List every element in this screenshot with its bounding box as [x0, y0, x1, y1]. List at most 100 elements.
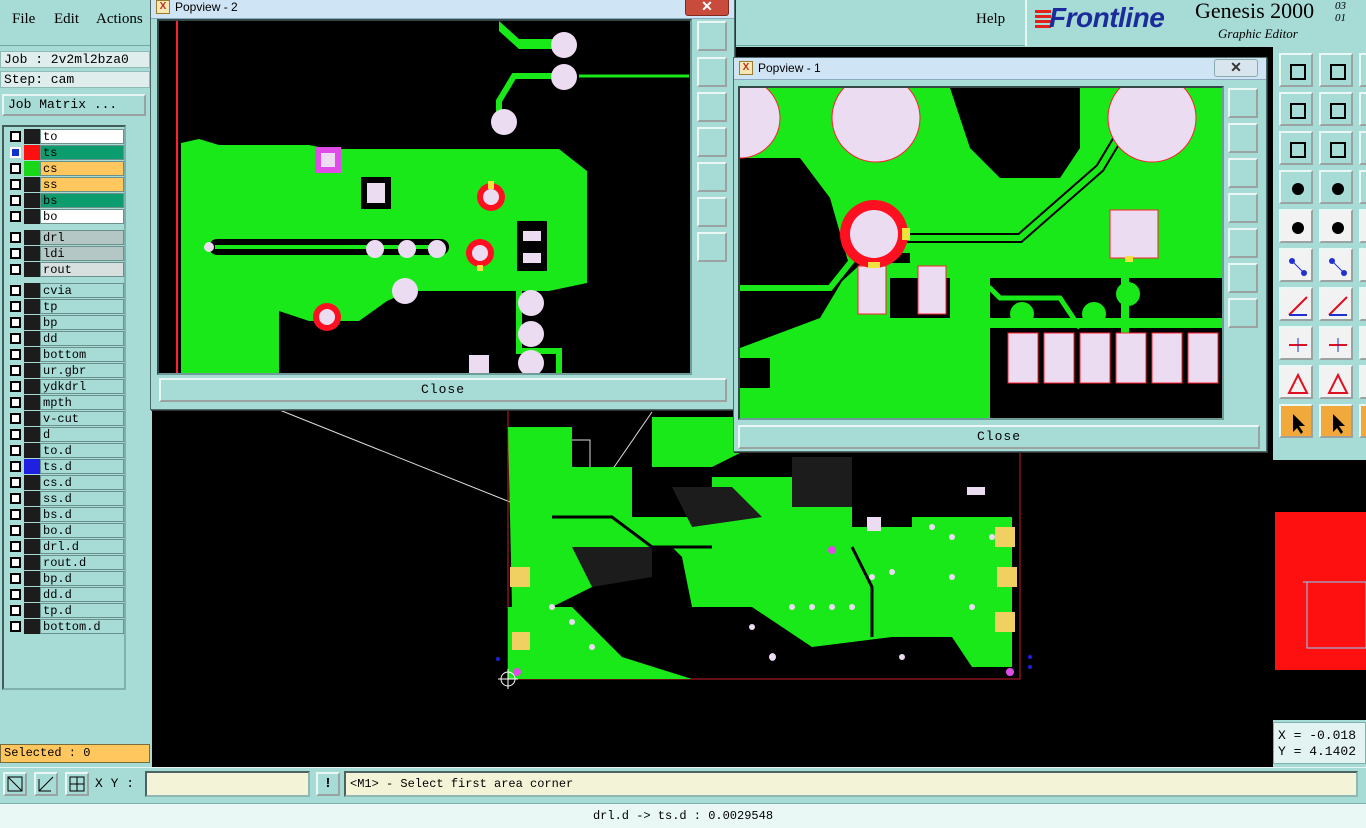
- popview-2-view[interactable]: [157, 19, 692, 375]
- layer-color-swatch[interactable]: [24, 299, 40, 314]
- layer-color-swatch[interactable]: [24, 491, 40, 506]
- layer-name[interactable]: bs: [40, 193, 124, 208]
- layer-row[interactable]: ldi: [6, 246, 124, 261]
- layer-color-swatch[interactable]: [24, 619, 40, 634]
- popview-2-zoom-in-icon[interactable]: [697, 232, 727, 262]
- snap-corner-icon[interactable]: [3, 772, 27, 796]
- layer-checkbox[interactable]: [10, 621, 21, 632]
- layer-checkbox[interactable]: [10, 589, 21, 600]
- diagonal-line-icon[interactable]: [1319, 287, 1353, 321]
- layer-name[interactable]: bp.d: [40, 571, 124, 586]
- popview-2-pan-right-icon[interactable]: [697, 162, 727, 192]
- layer-row[interactable]: cvia: [6, 283, 124, 298]
- node-link-icon[interactable]: [1279, 248, 1313, 282]
- menu-help[interactable]: Help: [976, 11, 1005, 28]
- layer-name[interactable]: tp.d: [40, 603, 124, 618]
- layer-name[interactable]: bp: [40, 315, 124, 330]
- popview-2-zoom-fit-icon[interactable]: [697, 21, 727, 51]
- layer-checkbox[interactable]: [10, 525, 21, 536]
- layer-name[interactable]: bs.d: [40, 507, 124, 522]
- layer-checkbox[interactable]: [10, 163, 21, 174]
- fit-screen-icon[interactable]: [1279, 131, 1313, 165]
- layer-color-swatch[interactable]: [24, 427, 40, 442]
- layer-name[interactable]: cvia: [40, 283, 124, 298]
- popview-1-zoom-fit-icon[interactable]: [1228, 88, 1258, 118]
- cross-snap-icon[interactable]: [1319, 248, 1353, 282]
- zoom-window-icon[interactable]: [1319, 53, 1353, 87]
- popview-1-pan-right-icon[interactable]: [1228, 228, 1258, 258]
- layer-row[interactable]: v-cut: [6, 411, 124, 426]
- layer-checkbox[interactable]: [10, 333, 21, 344]
- diagonal-edge-icon[interactable]: [1359, 287, 1366, 321]
- layer-row[interactable]: dd: [6, 331, 124, 346]
- layer-color-swatch[interactable]: [24, 177, 40, 192]
- triangle-edge-icon[interactable]: [1359, 365, 1366, 399]
- layer-row[interactable]: dd.d: [6, 587, 124, 602]
- layer-row[interactable]: mpth: [6, 395, 124, 410]
- layer-name[interactable]: drl: [40, 230, 124, 245]
- layer-checkbox[interactable]: [10, 445, 21, 456]
- layer-row[interactable]: bp.d: [6, 571, 124, 586]
- layer-checkbox[interactable]: [10, 461, 21, 472]
- job-matrix-button[interactable]: Job Matrix ...: [2, 94, 146, 116]
- layer-row[interactable]: bs: [6, 193, 124, 208]
- layer-name[interactable]: dd.d: [40, 587, 124, 602]
- xy-input[interactable]: [145, 771, 310, 797]
- triangle-icon[interactable]: [1279, 365, 1313, 399]
- layer-checkbox[interactable]: [10, 285, 21, 296]
- grid-icon[interactable]: [65, 772, 89, 796]
- layer-name[interactable]: cs.d: [40, 475, 124, 490]
- layer-checkbox[interactable]: [10, 541, 21, 552]
- zoom-edge-icon[interactable]: [1359, 53, 1366, 87]
- pad-shape-icon[interactable]: [1279, 209, 1313, 243]
- layer-row[interactable]: to: [6, 129, 124, 144]
- popview-2-pan-up-icon[interactable]: [697, 57, 727, 87]
- probe-icon[interactable]: [1319, 170, 1353, 204]
- layer-name[interactable]: to: [40, 129, 124, 144]
- popview-2-close-icon[interactable]: ✕: [685, 0, 729, 16]
- menu-edit[interactable]: Edit: [54, 11, 79, 28]
- popview-1-view[interactable]: [738, 86, 1224, 420]
- layer-color-swatch[interactable]: [24, 523, 40, 538]
- layer-row[interactable]: to.d: [6, 443, 124, 458]
- popview-1-zoom-in-icon[interactable]: [1228, 298, 1258, 328]
- layer-name[interactable]: v-cut: [40, 411, 124, 426]
- layer-color-swatch[interactable]: [24, 539, 40, 554]
- cross-edge-icon[interactable]: [1359, 248, 1366, 282]
- layer-checkbox[interactable]: [10, 147, 21, 158]
- layer-color-swatch[interactable]: [24, 246, 40, 261]
- layer-name[interactable]: ts.d: [40, 459, 124, 474]
- layer-color-swatch[interactable]: [24, 331, 40, 346]
- select-arrow-alt-icon[interactable]: [1319, 404, 1353, 438]
- layer-name[interactable]: cs: [40, 161, 124, 176]
- popview-1-titlebar[interactable]: X Popview - 1: [734, 58, 1266, 80]
- layer-name[interactable]: bo.d: [40, 523, 124, 538]
- layer-color-swatch[interactable]: [24, 603, 40, 618]
- layer-checkbox[interactable]: [10, 211, 21, 222]
- layer-name[interactable]: to.d: [40, 443, 124, 458]
- layer-checkbox[interactable]: [10, 381, 21, 392]
- layer-name[interactable]: ss: [40, 177, 124, 192]
- expand-edge-icon[interactable]: [1359, 131, 1366, 165]
- measure-icon[interactable]: [34, 772, 58, 796]
- layer-checkbox[interactable]: [10, 509, 21, 520]
- probe-edge-icon[interactable]: [1359, 170, 1366, 204]
- point-select-icon[interactable]: [1279, 326, 1313, 360]
- layer-name[interactable]: dd: [40, 331, 124, 346]
- layer-color-swatch[interactable]: [24, 571, 40, 586]
- layer-row[interactable]: bottom.d: [6, 619, 124, 634]
- popview-2-close-button[interactable]: Close: [159, 378, 727, 402]
- layer-color-swatch[interactable]: [24, 507, 40, 522]
- layer-row[interactable]: rout: [6, 262, 124, 277]
- layer-checkbox[interactable]: [10, 349, 21, 360]
- layer-row[interactable]: cs: [6, 161, 124, 176]
- layer-row[interactable]: tp.d: [6, 603, 124, 618]
- layer-name[interactable]: tp: [40, 299, 124, 314]
- pan-right-icon[interactable]: [1319, 92, 1353, 126]
- layer-row[interactable]: bottom: [6, 347, 124, 362]
- popview-1-close-icon[interactable]: ✕: [1214, 59, 1258, 77]
- layer-row[interactable]: tp: [6, 299, 124, 314]
- select-edge-icon[interactable]: [1359, 404, 1366, 438]
- layer-checkbox[interactable]: [10, 493, 21, 504]
- layer-color-swatch[interactable]: [24, 411, 40, 426]
